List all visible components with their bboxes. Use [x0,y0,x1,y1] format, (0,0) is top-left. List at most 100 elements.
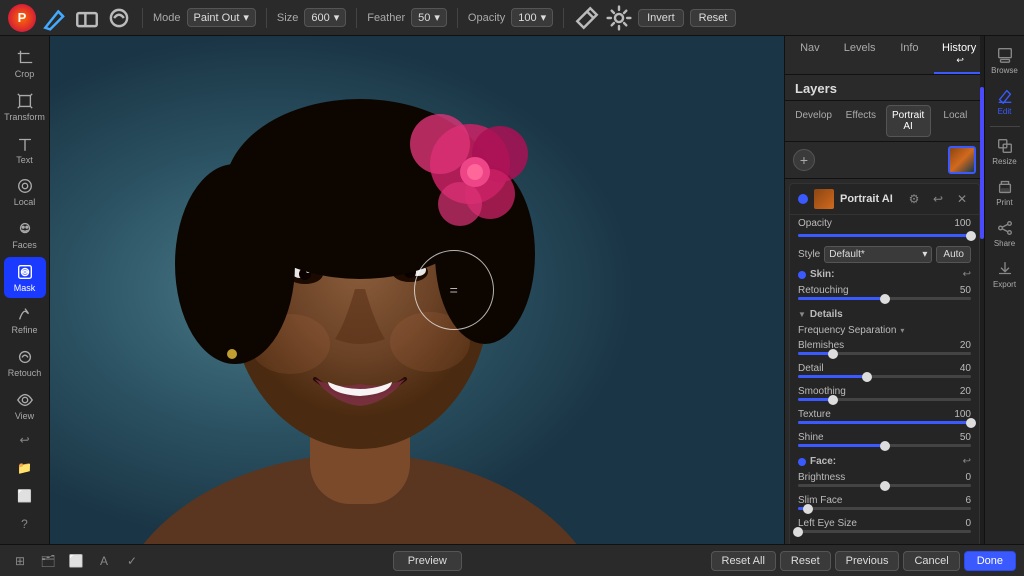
reset-btn[interactable]: Reset [690,9,737,27]
retouching-thumb[interactable] [880,294,890,304]
brightness-value: 0 [965,472,971,483]
resize-btn[interactable]: Resize [987,133,1023,170]
local-tool[interactable]: Local [4,172,46,213]
cancel-btn[interactable]: Cancel [903,551,959,571]
add-layer-btn[interactable]: + [793,149,815,171]
check-icon[interactable]: ✓ [120,549,144,573]
brush-tool-btn[interactable] [42,5,68,31]
opacity-dropdown[interactable]: 100 ▾ [511,8,553,27]
dtab-local[interactable]: Local [933,105,978,137]
shine-track[interactable] [798,444,971,447]
scrollbar-thumb[interactable] [980,87,984,239]
reset-all-btn[interactable]: Reset All [711,551,776,571]
rect-icon[interactable]: ⬜ [13,484,37,508]
opacity-slider-thumb[interactable] [966,231,976,241]
texture-track[interactable] [798,421,971,424]
view-tool[interactable]: View [4,385,46,426]
right-scrollbar[interactable] [980,36,984,544]
canvas-area[interactable] [50,36,784,544]
left-eye-size-track[interactable] [798,530,971,533]
export-btn[interactable]: Export [987,256,1023,293]
brightness-thumb[interactable] [880,481,890,491]
done-btn[interactable]: Done [964,551,1016,571]
blemishes-value: 20 [960,340,971,351]
retouching-slider-track[interactable] [798,297,971,300]
face-feature-row: Face: ↩ [790,453,979,470]
crop-tool[interactable]: Crop [4,44,46,85]
retouch-tool[interactable]: Retouch [4,343,46,384]
opacity-slider-row[interactable] [790,232,979,243]
photo-canvas[interactable] [50,36,784,544]
layer-thumbnail[interactable] [948,146,976,174]
settings-btn[interactable] [606,5,632,31]
print-btn[interactable]: Print [987,174,1023,211]
style-row: Style Default* ▾ Auto [790,243,979,266]
panel-reset-icon[interactable]: ↩ [929,190,947,208]
feather-dropdown[interactable]: 50 ▾ [411,8,447,27]
shine-value: 50 [960,432,971,443]
erase-tool-btn[interactable] [74,5,100,31]
grid-icon[interactable]: ⊞ [8,549,32,573]
shine-thumb[interactable] [880,441,890,451]
folder-icon[interactable]: 📁 [13,456,37,480]
brightness-track[interactable] [798,484,971,487]
previous-btn[interactable]: Previous [835,551,900,571]
rect-bottom-icon[interactable]: ⬜ [64,549,88,573]
opacity-label: Opacity [798,218,832,229]
left-eye-thumb[interactable] [793,527,803,537]
shine-label: Shine [798,432,824,443]
details-chevron: ▼ [798,310,806,319]
text-bottom-icon[interactable]: A [92,549,116,573]
texture-thumb[interactable] [966,418,976,428]
shine-row: Shine 50 [790,430,979,453]
browse-btn[interactable]: Browse [987,42,1023,79]
toolbar-sep-1 [142,8,143,28]
edit-btn[interactable]: Edit [987,83,1023,120]
blemishes-thumb[interactable] [828,349,838,359]
help-icon[interactable]: ? [13,512,37,536]
dtab-effects[interactable]: Effects [838,105,883,137]
mask-tool[interactable]: Mask [4,257,46,298]
refine-tool[interactable]: Refine [4,300,46,341]
detail-track[interactable] [798,375,971,378]
freq-sep-row[interactable]: Frequency Separation ▾ [790,323,979,338]
dtab-portrait-ai[interactable]: Portrait AI [886,105,931,137]
transform-tool[interactable]: Transform [4,87,46,128]
invert-btn[interactable]: Invert [638,9,684,27]
tab-nav[interactable]: Nav [785,36,835,74]
face-label: Face: [810,456,959,467]
smoothing-thumb[interactable] [828,395,838,405]
slim-face-thumb[interactable] [803,504,813,514]
preview-btn[interactable]: Preview [393,551,462,571]
tab-history[interactable]: History ↩ [934,36,984,74]
brightness-row: Brightness 0 [790,470,979,493]
face-reset-icon[interactable]: ↩ [963,456,971,467]
faces-tool[interactable]: Faces [4,215,46,256]
folder-bottom-icon[interactable]: 🗂 [36,549,60,573]
style-dropdown[interactable]: Default* ▾ [824,246,932,263]
undo-icon[interactable]: ↩ [13,428,37,452]
detail-thumb[interactable] [862,372,872,382]
mode-dropdown[interactable]: Paint Out ▾ [187,8,256,27]
ai-tool-btn[interactable] [106,5,132,31]
skin-reset-icon[interactable]: ↩ [963,269,971,280]
text-tool[interactable]: Text [4,129,46,170]
panel-thumbnail [814,189,834,209]
blemishes-track[interactable] [798,352,971,355]
dtab-develop[interactable]: Develop [791,105,836,137]
panel-scroll[interactable]: Opacity 100 Style Default* ▾ A [790,215,979,544]
tab-info[interactable]: Info [885,36,935,74]
toolbar-sep-2 [266,8,267,28]
eyedropper-btn[interactable] [574,5,600,31]
size-dropdown[interactable]: 600 ▾ [304,8,346,27]
share-btn[interactable]: Share [987,215,1023,252]
panel-close-icon[interactable]: ✕ [953,190,971,208]
panel-settings-icon[interactable]: ⚙ [905,190,923,208]
reset-bottom-btn[interactable]: Reset [780,551,831,571]
slim-face-track[interactable] [798,507,971,510]
details-section[interactable]: ▼ Details [790,306,979,323]
auto-btn[interactable]: Auto [936,246,971,263]
smoothing-track[interactable] [798,398,971,401]
opacity-slider-track[interactable] [798,234,971,237]
tab-levels[interactable]: Levels [835,36,885,74]
